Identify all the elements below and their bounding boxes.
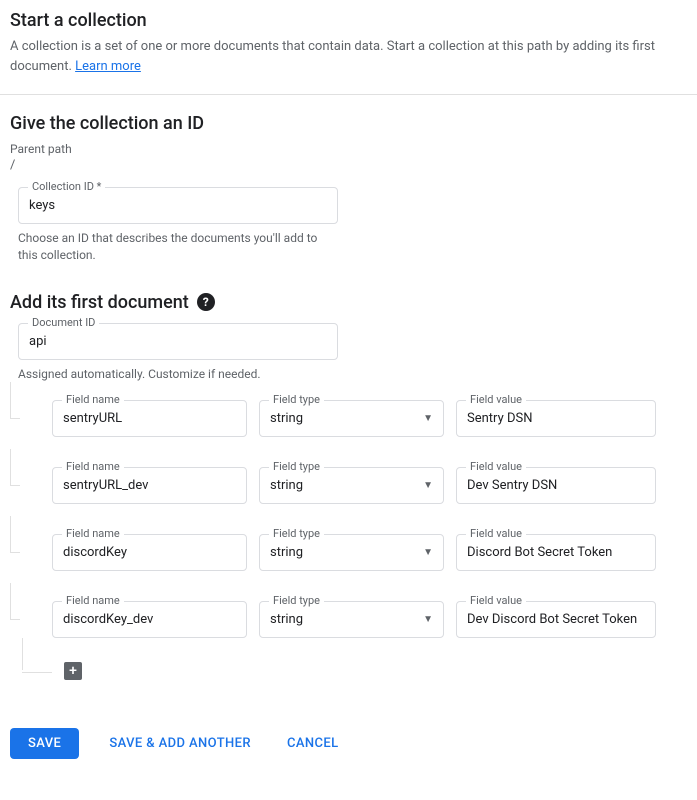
dialog-header: Start a collection A collection is a set… [10, 10, 687, 76]
divider [0, 94, 697, 95]
field-value-label: Field value [466, 594, 526, 607]
learn-more-link[interactable]: Learn more [75, 59, 141, 74]
field-value-label: Field value [466, 460, 526, 473]
chevron-down-icon: ▼ [423, 614, 433, 625]
help-icon[interactable]: ? [197, 293, 215, 311]
plus-icon: + [69, 663, 77, 679]
field-type-label: Field type [269, 393, 324, 406]
field-row: Field name Field type string ▼ Field val… [22, 467, 687, 504]
save-button[interactable]: SAVE [10, 728, 79, 759]
field-row: Field name Field type string ▼ Field val… [22, 534, 687, 571]
add-field-button[interactable]: + [64, 662, 82, 680]
document-id-hint: Assigned automatically. Customize if nee… [18, 366, 318, 383]
collection-id-label: Collection ID * [28, 180, 105, 193]
collection-id-hint: Choose an ID that describes the document… [18, 230, 318, 264]
field-type-label: Field type [269, 460, 324, 473]
field-value-label: Field value [466, 393, 526, 406]
field-type-label: Field type [269, 594, 324, 607]
dialog-title: Start a collection [10, 10, 687, 31]
document-section: Add its first document ? Document ID Ass… [10, 292, 687, 681]
chevron-down-icon: ▼ [423, 413, 433, 424]
field-name-label: Field name [62, 527, 124, 540]
chevron-down-icon: ▼ [423, 547, 433, 558]
field-name-label: Field name [62, 393, 124, 406]
collection-id-field: Collection ID * [18, 187, 338, 224]
document-section-title: Add its first document ? [10, 292, 687, 313]
collection-id-section: Give the collection an ID Parent path / … [10, 113, 687, 264]
dialog-subtitle: A collection is a set of one or more doc… [10, 37, 687, 76]
document-id-label: Document ID [28, 316, 99, 329]
field-row: Field name Field type string ▼ Field val… [22, 601, 687, 638]
collection-section-title: Give the collection an ID [10, 113, 687, 134]
parent-path-value: / [10, 158, 687, 173]
add-field-row: + [64, 662, 687, 680]
field-value-label: Field value [466, 527, 526, 540]
cancel-button[interactable]: CANCEL [281, 728, 345, 759]
field-row: Field name Field type string ▼ Field val… [22, 400, 687, 437]
save-add-another-button[interactable]: SAVE & ADD ANOTHER [103, 728, 257, 759]
field-type-label: Field type [269, 527, 324, 540]
chevron-down-icon: ▼ [423, 480, 433, 491]
dialog-actions: SAVE SAVE & ADD ANOTHER CANCEL [10, 728, 687, 759]
start-collection-dialog: Start a collection A collection is a set… [0, 0, 697, 779]
fields-list: Field name Field type string ▼ Field val… [22, 400, 687, 680]
parent-path-label: Parent path [10, 142, 687, 156]
document-id-field: Document ID [18, 323, 338, 360]
field-name-label: Field name [62, 594, 124, 607]
field-name-label: Field name [62, 460, 124, 473]
